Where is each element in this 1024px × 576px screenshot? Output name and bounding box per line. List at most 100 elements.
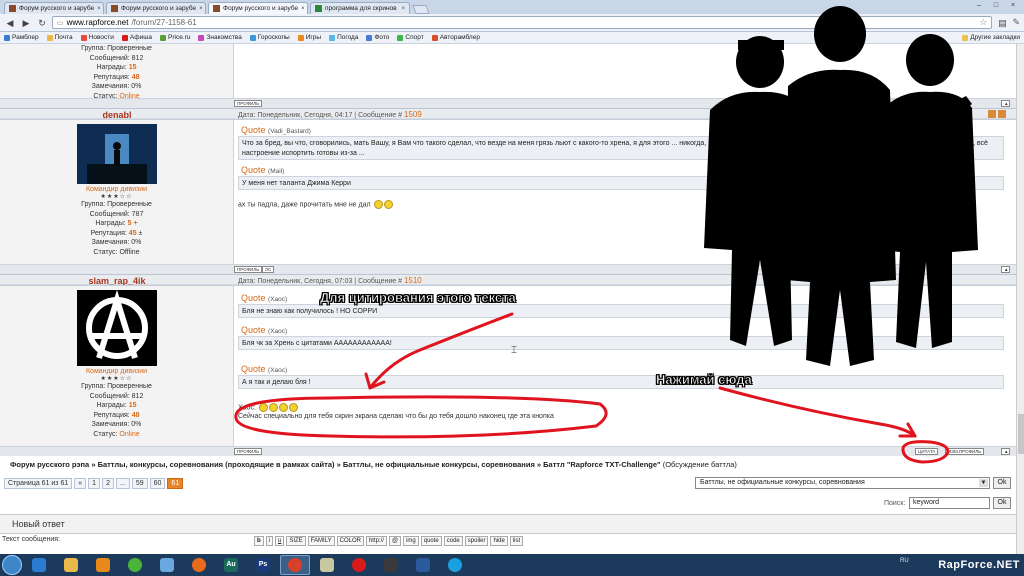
back-arrow-icon[interactable]: ◀ (4, 17, 16, 29)
taskbar-chrome-icon[interactable] (280, 555, 310, 575)
avatar[interactable] (76, 124, 157, 184)
jump-ok-button[interactable]: Ok (993, 477, 1011, 489)
email-button[interactable]: @ (388, 536, 402, 546)
size-select[interactable]: SIZE (286, 536, 306, 546)
rep-value[interactable]: 48 (132, 412, 140, 419)
taskbar-ie-icon[interactable] (24, 555, 54, 575)
bold-button[interactable]: b (254, 536, 264, 546)
to-top-button[interactable]: ▲ (1001, 448, 1010, 455)
page-link[interactable]: 2 (102, 478, 114, 489)
bookmark-item[interactable]: Фото (366, 34, 389, 41)
page-prev-link[interactable]: « (74, 478, 87, 489)
bookmark-item[interactable]: Спорт (397, 34, 424, 41)
text-cursor-icon: ⌶ (511, 345, 517, 356)
bookmark-item[interactable]: Афиша (121, 34, 152, 41)
page-link[interactable]: 60 (149, 478, 166, 489)
taskbar-firefox-icon[interactable] (184, 555, 214, 575)
tab-close-icon[interactable]: × (199, 6, 203, 12)
forward-arrow-icon[interactable]: ▶ (20, 17, 32, 29)
language-indicator[interactable]: RU (900, 558, 909, 564)
awards-label: Награды: (96, 64, 127, 71)
image-button[interactable]: img (403, 536, 419, 546)
italic-button[interactable]: i (265, 536, 274, 546)
taskbar-photoshop-icon[interactable]: Ps (248, 555, 278, 575)
user-awards: Награды: 5 + (0, 219, 233, 229)
quote-button[interactable]: ЦИТАТА (915, 448, 939, 455)
page-scrollbar[interactable] (1016, 44, 1024, 554)
tab-close-icon[interactable]: × (401, 6, 405, 12)
taskbar-paint-icon[interactable] (152, 555, 182, 575)
bookmark-item[interactable]: Рамблер (4, 34, 39, 41)
bookmark-item[interactable]: Погода (329, 34, 358, 41)
taskbar-editor-icon[interactable] (312, 555, 342, 575)
list-button[interactable]: list (509, 536, 524, 546)
bookmark-item[interactable]: Авторамблер (431, 34, 480, 41)
tab-close-icon[interactable]: × (97, 6, 101, 12)
taskbar-audition-icon[interactable]: Au (216, 555, 246, 575)
browser-tab[interactable]: Форум русского и зарубе × (4, 2, 104, 14)
reply-to-label: Хаос: (238, 404, 256, 412)
post-text-author: Хаос: (238, 403, 298, 412)
rep-change-button[interactable]: ± (139, 230, 143, 237)
rep-value[interactable]: 48 (132, 74, 140, 81)
link-button[interactable]: http:// (365, 536, 387, 546)
search-input[interactable]: keyword (909, 497, 990, 509)
forum-jump-select[interactable]: Баттлы, не официальные конкурсы, соревно… (695, 477, 990, 489)
taskbar-game-icon[interactable] (376, 555, 406, 575)
taskbar-opera-icon[interactable] (344, 555, 374, 575)
bookmark-item[interactable]: Знакомства (198, 34, 242, 41)
color-select[interactable]: COLOR (336, 536, 364, 546)
taskbar-media-icon[interactable] (88, 555, 118, 575)
breadcrumb-path[interactable]: Форум русского рэпа » Баттлы, конкурсы, … (10, 460, 661, 469)
search-ok-button[interactable]: Ok (993, 497, 1011, 509)
bookmark-label: Почта (54, 34, 73, 41)
user-warnings: Замечания: 0% (91, 421, 142, 428)
avatar[interactable] (76, 289, 157, 366)
start-button[interactable] (2, 555, 22, 575)
bookmark-favicon-icon (431, 34, 438, 41)
rep-value[interactable]: 45 (129, 230, 137, 237)
quote-box: А я так и делаю бля ! (238, 375, 1004, 389)
reload-icon[interactable]: ↻ (36, 17, 48, 29)
family-select[interactable]: FAMILY (307, 536, 335, 546)
wrench-icon[interactable]: ✎ (1012, 17, 1020, 28)
profile-button[interactable]: ПРОФИЛЬ (234, 266, 263, 273)
awards-value[interactable]: 15 (129, 402, 137, 409)
bookmark-label: Спорт (405, 34, 424, 41)
profile-button[interactable]: ПРОФИЛЬ (234, 100, 263, 107)
pm-button[interactable]: ЛС (262, 266, 275, 273)
profile-button[interactable]: ПРОФИЛЬ (234, 448, 263, 455)
awards-value[interactable]: 15 (129, 64, 137, 71)
add-award-button[interactable]: + (134, 220, 138, 227)
spoiler-button[interactable]: spoiler (464, 536, 489, 546)
edit-button[interactable]: ИЗМ.ПРОФИЛЬ (945, 448, 985, 455)
underline-button[interactable]: u (275, 536, 285, 546)
url-path: /forum/27-1158-61 (131, 18, 197, 27)
post-number[interactable]: 1509 (404, 110, 422, 119)
browser-tab[interactable]: Форум русского и зарубе × (106, 2, 206, 14)
taskbar-app-icon[interactable] (408, 555, 438, 575)
bookmark-item[interactable]: Новости (80, 34, 114, 41)
awards-value[interactable]: 5 (128, 220, 132, 227)
taskbar-icq-icon[interactable] (120, 555, 150, 575)
bookmark-item[interactable]: Игры (297, 34, 321, 41)
taskbar-skype-icon[interactable] (440, 555, 470, 575)
page-link[interactable]: 1 (88, 478, 101, 489)
scrollbar-thumb[interactable] (1018, 414, 1024, 454)
quote-tag-button[interactable]: quote (420, 536, 442, 546)
hide-button[interactable]: hide (490, 536, 508, 546)
bookmark-item[interactable]: Price.ru (160, 34, 190, 41)
browser-tab-active[interactable]: Форум русского и зарубе × (208, 2, 308, 14)
post-number[interactable]: 1510 (404, 276, 422, 285)
bookmark-item[interactable]: Почта (46, 34, 73, 41)
new-tab-button[interactable] (412, 5, 430, 14)
bookmark-item[interactable]: Гороскопы (249, 34, 290, 41)
page-link[interactable]: 59 (131, 478, 148, 489)
code-button[interactable]: code (443, 536, 463, 546)
browser-tab[interactable]: программа для скринов × (310, 2, 410, 14)
post-text: Сейчас специально для тебя скрин экрана … (238, 413, 554, 420)
taskbar-folder-icon[interactable] (56, 555, 86, 575)
user-warnings: Замечания: 0% (91, 83, 142, 90)
page-ellipsis: ... (115, 478, 130, 489)
tab-close-icon[interactable]: × (301, 6, 305, 12)
